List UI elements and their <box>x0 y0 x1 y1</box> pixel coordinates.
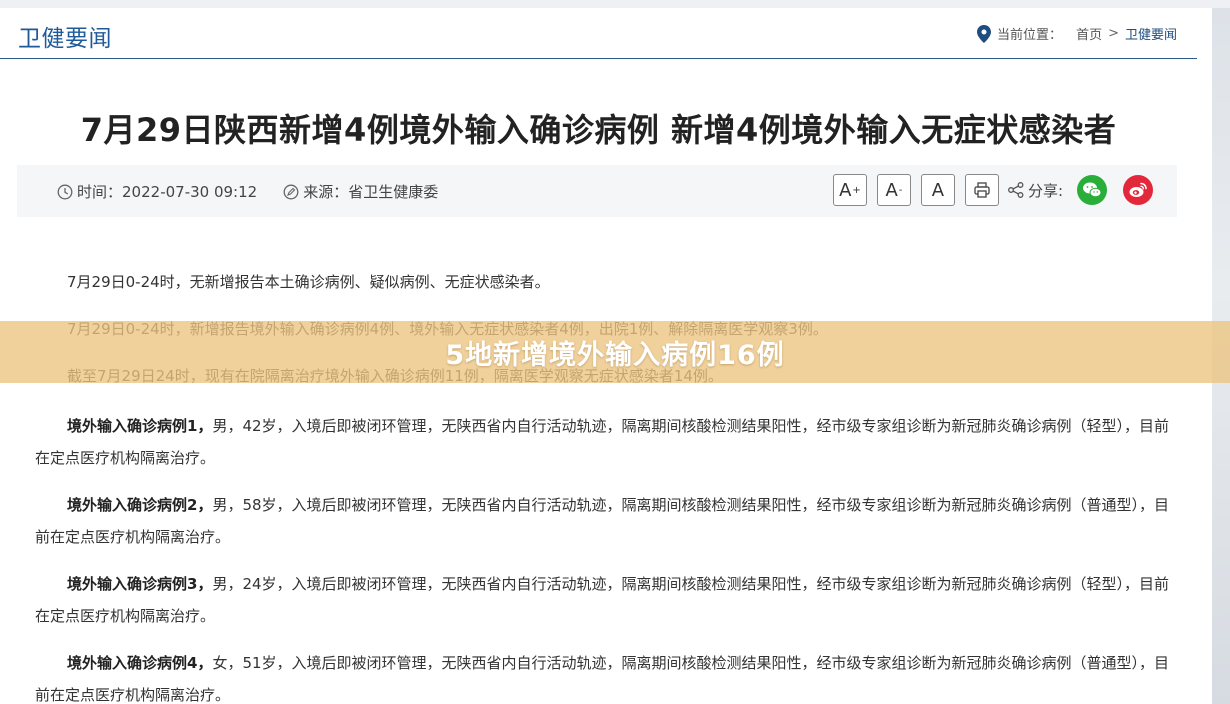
font-increase-label: A <box>839 179 852 201</box>
section-title: 卫健要闻 <box>18 26 112 52</box>
breadcrumb-current-link[interactable]: 卫健要闻 <box>1125 24 1177 43</box>
page-header: 卫健要闻 当前位置： 首页 > 卫健要闻 <box>0 8 1197 59</box>
case-label: 境外输入确诊病例1， <box>67 417 213 435</box>
share-label: 分享: <box>1027 181 1063 200</box>
breadcrumb-separator: > <box>1108 26 1119 41</box>
plus-icon: + <box>852 184 861 196</box>
location-pin-icon <box>977 24 992 43</box>
banner-text: 5地新增境外输入病例16例 <box>445 339 785 371</box>
weibo-share-button[interactable] <box>1123 175 1153 205</box>
case-paragraph: 境外输入确诊病例4，女，51岁，入境后即被闭环管理，无陕西省内自行活动轨迹，隔离… <box>35 647 1175 704</box>
font-decrease-button[interactable]: A- <box>876 174 911 206</box>
paragraph: 7月29日0-24时，无新增报告本土确诊病例、疑似病例、无症状感染者。 <box>67 273 550 291</box>
print-button[interactable] <box>964 174 999 206</box>
source-label: 来源： <box>303 183 349 201</box>
headline-overlay-banner: 5地新增境外输入病例16例 <box>0 321 1230 383</box>
font-decrease-label: A <box>885 179 898 201</box>
case-paragraph: 境外输入确诊病例3，男，24岁，入境后即被闭环管理，无陕西省内自行活动轨迹，隔离… <box>35 568 1175 632</box>
case-paragraph: 境外输入确诊病例1，男，42岁，入境后即被闭环管理，无陕西省内自行活动轨迹，隔离… <box>35 410 1175 474</box>
clock-icon <box>57 184 73 199</box>
source-value: 省卫生健康委 <box>348 183 439 201</box>
minus-icon: - <box>898 184 903 196</box>
share-section: 分享: <box>1007 180 1063 201</box>
meta-info: 时间： 2022-07-30 09:12 来源： 省卫生健康委 <box>57 181 438 202</box>
font-reset-button[interactable]: A <box>920 174 955 206</box>
wechat-icon <box>1083 182 1102 198</box>
article-title: 7月29日陕西新增4例境外输入确诊病例 新增4例境外输入无症状感染者 <box>80 111 1117 149</box>
case-label: 境外输入确诊病例3， <box>67 575 213 593</box>
case-paragraph: 境外输入确诊病例2，男，58岁，入境后即被闭环管理，无陕西省内自行活动轨迹，隔离… <box>35 489 1175 553</box>
breadcrumb-home-link[interactable]: 首页 <box>1076 24 1102 43</box>
breadcrumb: 当前位置： 首页 > 卫健要闻 <box>977 24 1177 43</box>
edit-icon <box>283 184 299 199</box>
font-increase-button[interactable]: A + <box>832 174 867 206</box>
time-value: 2022-07-30 09:12 <box>122 182 258 201</box>
article-meta-bar: 时间： 2022-07-30 09:12 来源： 省卫生健康委 A+ A- A <box>17 165 1177 217</box>
case-label: 境外输入确诊病例4， <box>67 654 213 672</box>
time-label: 时间： <box>77 183 123 201</box>
wechat-share-button[interactable] <box>1077 175 1107 205</box>
print-icon <box>974 182 990 198</box>
case-label: 境外输入确诊病例2， <box>67 496 213 514</box>
meta-tools: A + A- A 分享: <box>823 174 1153 206</box>
font-reset-label: A <box>931 179 945 201</box>
location-label: 当前位置： <box>997 28 1063 43</box>
share-icon <box>1007 182 1024 198</box>
weibo-icon <box>1129 182 1147 197</box>
